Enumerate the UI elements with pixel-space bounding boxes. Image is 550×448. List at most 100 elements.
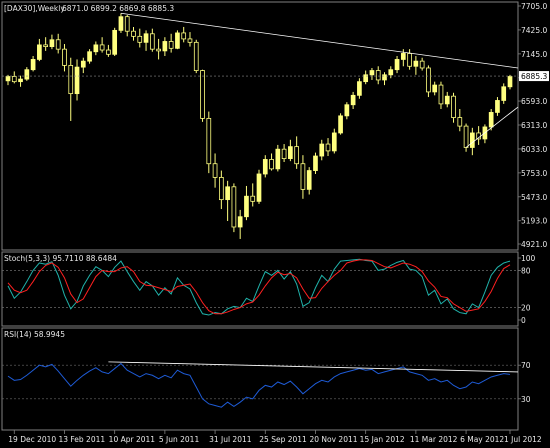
bull-candle — [112, 29, 118, 55]
bear-candle — [325, 143, 331, 152]
bull-candle — [388, 69, 394, 76]
bull-candle — [162, 41, 168, 52]
bear-candle — [149, 33, 155, 50]
bear-candle — [68, 65, 74, 95]
bear-candle — [457, 117, 463, 127]
bull-candle — [175, 32, 180, 49]
bear-candle — [206, 118, 212, 165]
bull-candle — [413, 60, 419, 67]
bear-candle — [181, 32, 187, 40]
price-axis-label: 5473.0 — [521, 193, 547, 202]
bull-candle — [37, 44, 42, 60]
stochastic-axis-label: 0 — [521, 316, 526, 325]
bull-candle — [382, 74, 387, 81]
bear-candle — [124, 16, 130, 32]
time-axis-label: 11 Mar 2012 — [410, 435, 458, 444]
time-axis-label: 6 May 2012 — [460, 435, 504, 444]
time-axis-label: 13 Feb 2011 — [58, 435, 105, 444]
price-axis-label: 7425.0 — [521, 26, 547, 35]
bear-candle — [407, 53, 412, 67]
bull-candle — [18, 78, 23, 83]
bear-candle — [168, 41, 174, 49]
chart-window[interactable]: 7705.07425.07145.06865.36593.06313.06033… — [0, 0, 550, 448]
bear-candle — [451, 95, 456, 118]
current-price-tag: 6885.3 — [519, 71, 549, 82]
bull-candle — [444, 95, 450, 105]
time-axis-label: 19 Dec 2010 — [8, 435, 56, 444]
bull-candle — [93, 44, 99, 53]
bull-candle — [5, 76, 11, 82]
time-axis-label: 15 Jan 2012 — [360, 435, 405, 444]
bull-candle — [244, 195, 249, 218]
bull-candle — [256, 173, 262, 202]
bull-candle — [338, 115, 343, 134]
bear-candle — [131, 30, 136, 37]
bear-candle — [375, 70, 381, 81]
bear-candle — [294, 146, 299, 165]
bear-candle — [187, 38, 193, 43]
stochastic-axis-label: 20 — [521, 304, 531, 313]
price-axis-label: 6593.0 — [521, 97, 547, 106]
bear-candle — [62, 48, 67, 66]
rsi-label: RSI(14) 58.9945 — [4, 330, 65, 339]
price-axis-label: 7145.0 — [521, 50, 547, 59]
bear-candle — [212, 163, 218, 178]
bear-candle — [156, 48, 161, 52]
bear-candle — [231, 186, 237, 228]
bull-candle — [400, 53, 406, 60]
bull-candle — [262, 159, 268, 175]
bull-candle — [369, 70, 375, 76]
bear-candle — [269, 159, 274, 170]
bear-candle — [55, 39, 61, 50]
chart-header-symbol: [DAX30],Weekly — [4, 4, 65, 13]
bull-candle — [357, 81, 362, 96]
bull-candle — [344, 104, 350, 117]
stochastic-axis-label: 80 — [521, 266, 531, 275]
bull-candle — [488, 112, 494, 128]
bear-candle — [200, 70, 205, 119]
chart-header-ohlc: 6871.0 6899.2 6869.8 6885.3 — [62, 4, 174, 13]
time-axis-label: 1 Jul 2012 — [504, 435, 542, 444]
stochastic-axis-label: 100 — [521, 254, 536, 263]
bear-candle — [106, 49, 111, 55]
bear-candle — [463, 125, 469, 148]
time-axis-label: 10 Apr 2011 — [109, 435, 156, 444]
time-axis-label: 5 Jun 2011 — [159, 435, 200, 444]
bull-candle — [275, 148, 281, 170]
bear-candle — [11, 76, 17, 83]
bear-candle — [250, 195, 256, 202]
current-price-tag-text: 6885.3 — [521, 72, 547, 81]
time-axis-label: 25 Sep 2011 — [259, 435, 307, 444]
bull-candle — [225, 186, 230, 201]
rsi-axis-label: 70 — [521, 361, 531, 370]
bull-candle — [49, 39, 55, 48]
bull-candle — [118, 16, 124, 31]
bull-candle — [432, 84, 438, 93]
price-axis-label: 7705.0 — [521, 2, 547, 11]
bear-candle — [219, 177, 224, 201]
time-axis-label: 20 Nov 2011 — [309, 435, 357, 444]
bear-candle — [419, 60, 425, 69]
bull-candle — [237, 216, 243, 228]
bull-candle — [74, 66, 80, 95]
price-axis-label: 6033.0 — [521, 145, 547, 154]
rsi-axis-label: 30 — [521, 395, 531, 404]
bear-candle — [43, 44, 48, 48]
bull-candle — [313, 155, 318, 171]
bull-candle — [501, 86, 507, 101]
bull-candle — [80, 60, 86, 68]
bull-candle — [143, 33, 149, 43]
bull-candle — [507, 76, 513, 88]
bull-candle — [495, 100, 500, 113]
time-axis-label: 31 Jul 2011 — [209, 435, 252, 444]
bear-candle — [281, 148, 287, 159]
price-axis-label: 4921.0 — [521, 240, 547, 249]
bear-candle — [137, 35, 143, 43]
price-axis-label: 6313.0 — [521, 121, 547, 130]
price-axis-label: 5753.0 — [521, 169, 547, 178]
bear-candle — [426, 67, 431, 93]
bull-candle — [319, 143, 325, 157]
price-axis-label: 5193.0 — [521, 217, 547, 226]
bull-candle — [87, 51, 92, 62]
stochastic-label: Stoch(5,3,3) 95.7110 88.6484 — [4, 254, 117, 263]
